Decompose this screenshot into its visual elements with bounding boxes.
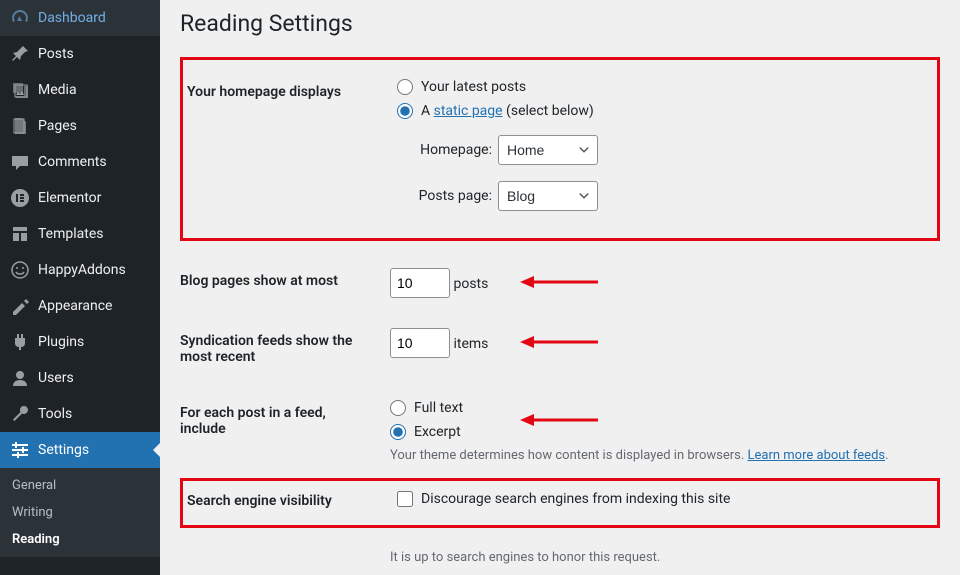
radio-latest-posts[interactable] xyxy=(397,79,413,95)
highlight-box-homepage: Your homepage displays Your latest posts… xyxy=(180,57,940,241)
homepage-select-label: Homepage: xyxy=(397,142,492,158)
syndication-label: Syndication feeds show the most recent xyxy=(180,313,380,385)
arrow-icon xyxy=(520,335,600,349)
sidebar-label: Templates xyxy=(38,226,104,242)
page-title: Reading Settings xyxy=(180,10,940,37)
sidebar-label: Plugins xyxy=(38,334,84,350)
sidebar-label: Users xyxy=(38,370,74,386)
sidebar-label: Dashboard xyxy=(38,10,106,26)
happy-icon xyxy=(10,260,30,280)
feed-content-label: For each post in a feed, include xyxy=(180,385,380,478)
media-icon xyxy=(10,80,30,100)
sidebar-item-comments[interactable]: Comments xyxy=(0,144,160,180)
sidebar-item-appearance[interactable]: Appearance xyxy=(0,288,160,324)
pin-icon xyxy=(10,44,30,64)
syndication-input[interactable] xyxy=(390,328,450,358)
settings-icon xyxy=(10,440,30,460)
homepage-displays-label: Your homepage displays xyxy=(187,64,387,234)
static-page-link[interactable]: static page xyxy=(434,103,503,119)
comments-icon xyxy=(10,152,30,172)
blog-pages-suffix: posts xyxy=(453,276,488,292)
sidebar-label: Tools xyxy=(38,406,72,422)
arrow-icon xyxy=(520,413,600,427)
sidebar-label: Comments xyxy=(38,154,107,170)
sidebar-item-users[interactable]: Users xyxy=(0,360,160,396)
admin-sidebar: Dashboard Posts Media Pages Comments Ele… xyxy=(0,0,160,575)
posts-page-select[interactable]: Blog xyxy=(498,181,598,211)
radio-label-static: A static page (select below) xyxy=(421,103,594,119)
radio-label-full: Full text xyxy=(414,400,463,416)
templates-icon xyxy=(10,224,30,244)
sidebar-item-settings[interactable]: Settings xyxy=(0,432,160,468)
sidebar-label: Settings xyxy=(38,442,89,458)
search-visibility-text: Discourage search engines from indexing … xyxy=(421,491,730,507)
arrow-icon xyxy=(520,275,600,289)
elementor-icon xyxy=(10,188,30,208)
pages-icon xyxy=(10,116,30,136)
blog-pages-label: Blog pages show at most xyxy=(180,253,380,313)
syndication-suffix: items xyxy=(453,336,488,352)
radio-label-latest: Your latest posts xyxy=(421,79,526,95)
sidebar-item-happyaddons[interactable]: HappyAddons xyxy=(0,252,160,288)
sidebar-label: HappyAddons xyxy=(38,262,126,278)
sidebar-item-pages[interactable]: Pages xyxy=(0,108,160,144)
tools-icon xyxy=(10,404,30,424)
sidebar-item-media[interactable]: Media xyxy=(0,72,160,108)
plugins-icon xyxy=(10,332,30,352)
main-content: Reading Settings Your homepage displays … xyxy=(160,0,960,575)
sidebar-label: Pages xyxy=(38,118,77,134)
feed-desc: Your theme determines how content is dis… xyxy=(390,448,930,463)
appearance-icon xyxy=(10,296,30,316)
sidebar-item-dashboard[interactable]: Dashboard xyxy=(0,0,160,36)
sub-writing[interactable]: Writing xyxy=(0,499,160,526)
sidebar-label: Elementor xyxy=(38,190,101,206)
radio-label-excerpt: Excerpt xyxy=(414,424,461,440)
sidebar-item-elementor[interactable]: Elementor xyxy=(0,180,160,216)
sidebar-label: Posts xyxy=(38,46,74,62)
radio-static-page[interactable] xyxy=(397,103,413,119)
sidebar-item-plugins[interactable]: Plugins xyxy=(0,324,160,360)
highlight-box-search: Search engine visibility Discourage sear… xyxy=(180,478,940,528)
radio-full-text[interactable] xyxy=(390,400,406,416)
blog-pages-input[interactable] xyxy=(390,268,450,298)
sidebar-item-tools[interactable]: Tools xyxy=(0,396,160,432)
settings-submenu: General Writing Reading xyxy=(0,468,160,557)
homepage-select[interactable]: Home xyxy=(498,135,598,165)
learn-feeds-link[interactable]: Learn more about feeds xyxy=(748,448,886,463)
search-visibility-label: Search engine visibility xyxy=(187,485,387,521)
sub-reading[interactable]: Reading xyxy=(0,526,160,553)
search-visibility-checkbox[interactable] xyxy=(397,491,413,507)
radio-excerpt[interactable] xyxy=(390,424,406,440)
users-icon xyxy=(10,368,30,388)
posts-page-select-label: Posts page: xyxy=(397,188,492,204)
search-desc: It is up to search engines to honor this… xyxy=(390,550,930,565)
sidebar-label: Media xyxy=(38,82,77,98)
sub-general[interactable]: General xyxy=(0,472,160,499)
sidebar-label: Appearance xyxy=(38,298,112,314)
sidebar-item-templates[interactable]: Templates xyxy=(0,216,160,252)
sidebar-item-posts[interactable]: Posts xyxy=(0,36,160,72)
dashboard-icon xyxy=(10,8,30,28)
